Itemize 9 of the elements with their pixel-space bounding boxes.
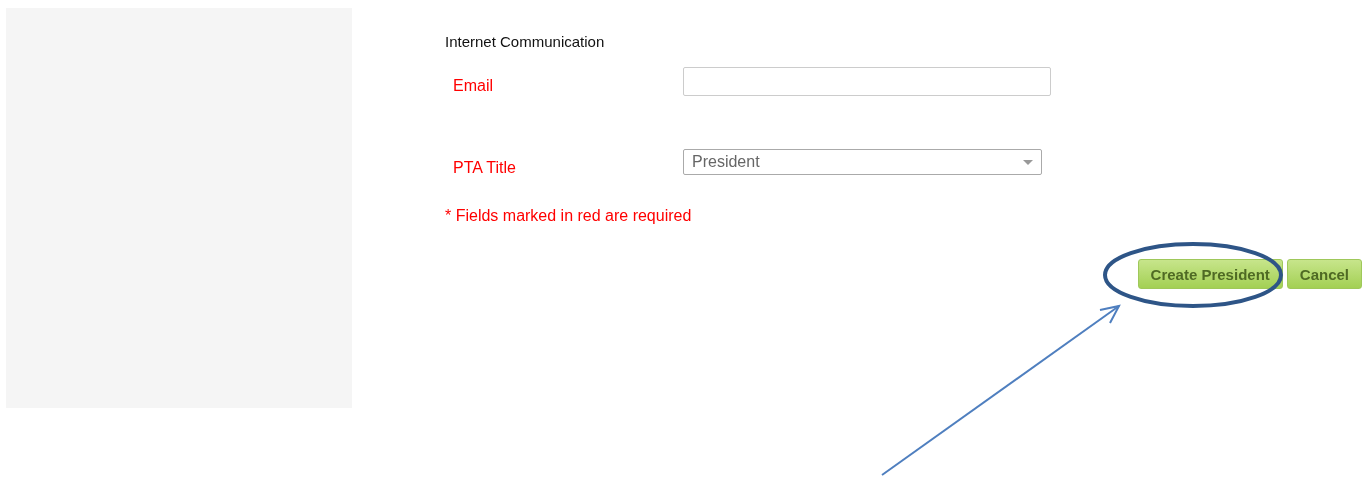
field-label: Email: [452, 77, 494, 95]
caret-icon: [1023, 159, 1033, 165]
create-button[interactable]: Create President: [1137, 259, 1283, 289]
cancel-button[interactable]: Cancel: [1286, 259, 1362, 289]
required-note: * Fields marked in red are required: [445, 207, 693, 225]
title-dropdown[interactable]: President: [683, 149, 1042, 175]
section-title: Internet Communication: [445, 33, 606, 52]
email-field[interactable]: [683, 67, 1051, 96]
field-label: PTA Title: [452, 159, 517, 177]
